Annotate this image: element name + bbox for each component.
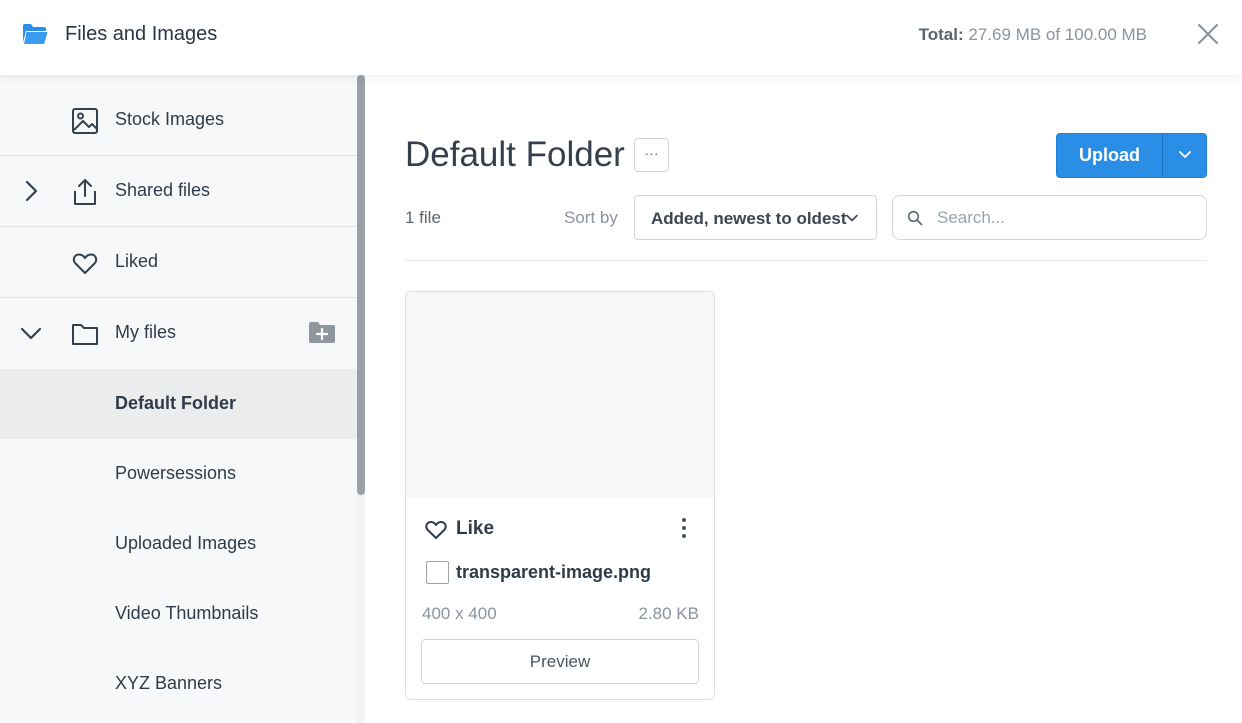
sidebar-item-label: My files <box>115 322 177 342</box>
file-dimensions: 400 x 400 <box>422 604 497 623</box>
folder-item-uploaded-images[interactable]: Uploaded Images <box>0 509 357 579</box>
file-thumbnail[interactable] <box>406 292 714 498</box>
storage-total-value: 27.69 MB of 100.00 MB <box>968 25 1147 44</box>
folder-item-video-thumbnails[interactable]: Video Thumbnails <box>0 579 357 649</box>
preview-button[interactable]: Preview <box>421 639 699 684</box>
sidebar-item-shared-files[interactable]: Shared files <box>0 156 357 227</box>
folder-icon <box>72 324 98 345</box>
heart-icon <box>72 253 98 274</box>
more-vertical-icon[interactable] <box>674 516 694 540</box>
file-name: transparent-image.png <box>456 562 652 582</box>
file-size: 2.80 KB <box>638 604 700 623</box>
search-box <box>892 195 1207 240</box>
sidebar-item-liked[interactable]: Liked <box>0 227 357 298</box>
sidebar-item-label: Liked <box>115 251 159 271</box>
upload-dropdown-button[interactable] <box>1163 134 1207 177</box>
sidebar-item-my-files[interactable]: My files <box>0 298 357 369</box>
folder-title: Default Folder <box>405 135 625 174</box>
sidebar: Stock Images Shared files Liked My files <box>0 75 357 723</box>
folder-item-label: Video Thumbnails <box>115 603 259 623</box>
chevron-down-icon <box>1179 151 1191 158</box>
storage-total: Total: 27.69 MB of 100.00 MB <box>919 25 1147 45</box>
folder-item-label: Default Folder <box>115 393 237 413</box>
image-icon <box>72 108 98 134</box>
upload-button[interactable]: Upload <box>1057 134 1162 177</box>
folder-item-powersessions[interactable]: Powersessions <box>0 439 357 509</box>
chevron-down-icon[interactable] <box>20 322 42 344</box>
scrollbar-thumb[interactable] <box>357 75 365 495</box>
folder-open-icon <box>23 24 48 44</box>
chevron-right-icon[interactable] <box>20 180 42 202</box>
upload-split-button: Upload <box>1056 133 1207 178</box>
file-card: Like transparent-image.png 400 x 400 2.8… <box>405 291 715 700</box>
folder-item-label: Powersessions <box>115 463 237 483</box>
sidebar-item-label: Shared files <box>115 180 211 200</box>
heart-icon <box>425 521 447 539</box>
sort-value: Added, newest to oldest <box>651 209 847 228</box>
page-title: Files and Images <box>65 23 218 45</box>
close-icon[interactable] <box>1196 22 1220 46</box>
storage-total-label: Total: <box>918 25 964 44</box>
share-upload-icon <box>74 179 96 205</box>
sort-dropdown[interactable]: Added, newest to oldest <box>634 195 877 240</box>
app-header: Files and Images Total: 27.69 MB of 100.… <box>0 0 1242 75</box>
chevron-down-icon <box>846 214 858 222</box>
folder-more-button[interactable]: ··· <box>634 138 669 172</box>
main-content: Default Folder ··· Upload 1 file Sort by… <box>365 75 1242 723</box>
search-input[interactable] <box>937 204 1197 232</box>
folder-item-xyz-banners[interactable]: XYZ Banners <box>0 649 357 719</box>
folder-item-label: XYZ Banners <box>115 673 223 693</box>
search-icon <box>907 210 923 226</box>
add-folder-icon[interactable] <box>309 321 335 343</box>
folder-item-default-folder[interactable]: Default Folder <box>0 369 357 439</box>
sidebar-scrollbar[interactable] <box>357 75 365 723</box>
divider <box>405 260 1207 261</box>
folder-item-label: Uploaded Images <box>115 533 257 553</box>
file-count: 1 file <box>405 208 441 227</box>
like-label: Like <box>456 518 495 539</box>
select-checkbox[interactable] <box>426 561 449 584</box>
sidebar-item-label: Stock Images <box>115 109 225 129</box>
sort-label: Sort by <box>564 208 618 227</box>
sidebar-item-stock-images[interactable]: Stock Images <box>0 85 357 156</box>
